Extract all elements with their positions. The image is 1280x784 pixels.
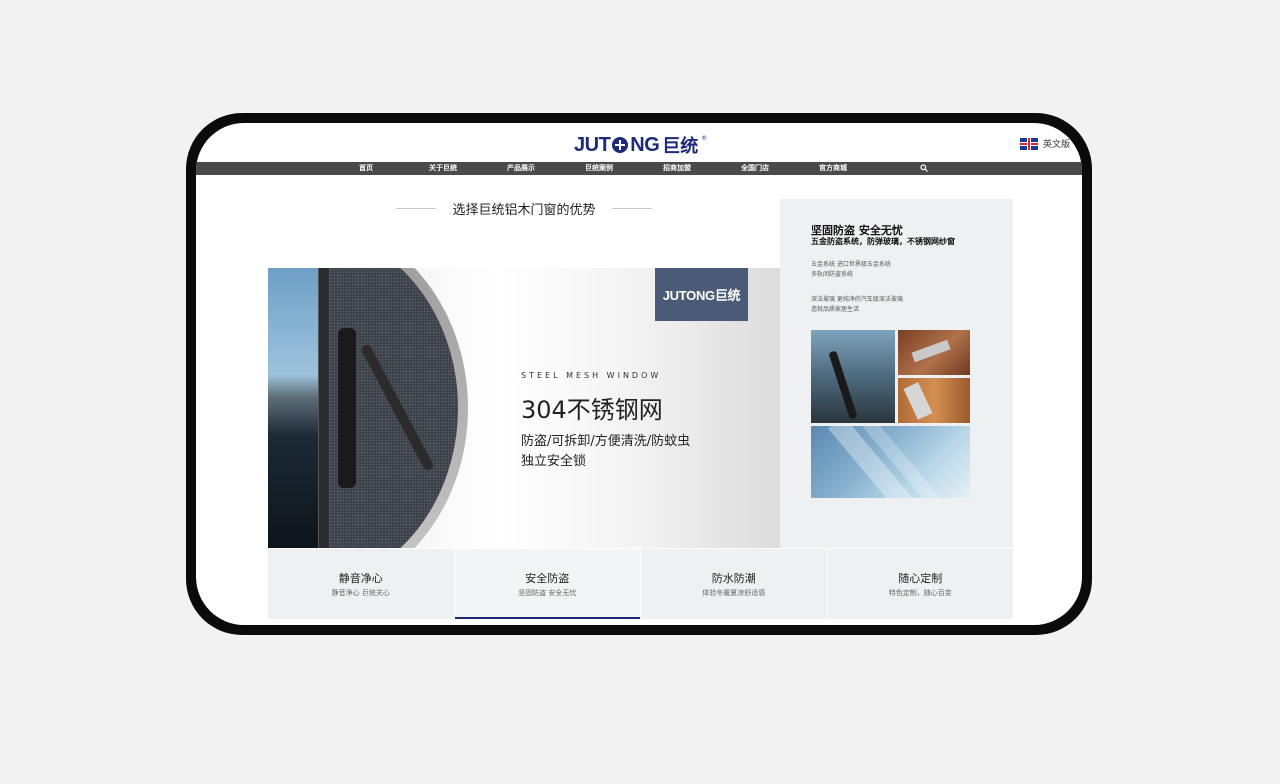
language-switch[interactable]: 英文版 — [1020, 137, 1070, 150]
banner-feature-line-2: 独立安全锁 — [521, 454, 587, 469]
banner-subtitle: STEEL MESH WINDOW — [521, 371, 662, 380]
title-rule-right — [611, 208, 652, 209]
tab-waterproof[interactable]: 防水防潮 体验冬暖夏凉舒适感 — [641, 549, 828, 619]
banner-logo: JUTONG巨统 — [655, 268, 748, 321]
nav-item-franchise[interactable]: 招商加盟 — [663, 162, 691, 175]
tab-desc: 坚固防盗 安全无忧 — [518, 589, 577, 597]
tab-title: 静音净心 — [338, 572, 383, 585]
panel-note-1-line-1: 五金系统 进口世界级五金系统 — [811, 261, 891, 268]
tab-title: 随心定制 — [898, 572, 943, 585]
site-logo[interactable]: JUT NG 巨统 ® — [574, 134, 708, 158]
mesh-window-thumbnail — [811, 330, 895, 423]
section-title-text: 选择巨统铝木门窗的优势 — [452, 203, 596, 218]
nav-item-stores[interactable]: 全国门店 — [741, 162, 769, 175]
glass-thumbnail — [811, 426, 970, 498]
nav-item-about[interactable]: 关于巨统 — [429, 162, 457, 175]
panel-note-1-line-2: 多轨闭防盗系统 — [811, 271, 854, 278]
tab-custom[interactable]: 随心定制 特色定制，随心百变 — [827, 549, 1013, 619]
section-title: 选择巨统铝木门窗的优势 — [388, 199, 660, 218]
language-label: 英文版 — [1043, 140, 1071, 150]
banner-title: 304不锈钢网 — [521, 396, 663, 424]
panel-subtitle: 五金防盗系统，防弹玻璃，不锈钢网纱窗 — [811, 237, 955, 246]
screen: JUT NG 巨统 ® 英文版 首页 关于巨统 产品展示 巨统案例 招商加盟 全国… — [196, 123, 1082, 625]
search-icon[interactable] — [920, 164, 928, 172]
logo-o-mark — [612, 137, 629, 153]
feature-panel: 坚固防盗 安全无忧 五金防盗系统，防弹玻璃，不锈钢网纱窗 五金系统 进口世界级五… — [780, 199, 1013, 548]
banner-feature-line-1: 防盗/可拆卸/方便清洗/防蚊虫 — [521, 434, 691, 449]
panel-note-2-line-1: 深法玻璃 更纯净的汽车级深法玻璃 — [811, 296, 903, 303]
nav-item-cases[interactable]: 巨统案例 — [585, 162, 613, 175]
nav-item-mall[interactable]: 官方商城 — [819, 162, 847, 175]
nav-item-home[interactable]: 首页 — [359, 162, 373, 175]
product-banner[interactable]: JUTONG巨统 STEEL MESH WINDOW 304不锈钢网 防盗/可拆… — [268, 268, 780, 548]
window-frame-image — [318, 268, 330, 548]
panel-note-2-line-2: 造就品质家居生活 — [811, 306, 860, 313]
nav-item-products[interactable]: 产品展示 — [507, 162, 535, 175]
tab-desc: 体验冬暖夏凉舒适感 — [702, 589, 766, 597]
tab-desc: 静音净心 巨统关心 — [331, 589, 390, 597]
tab-quiet[interactable]: 静音净心 静音净心 巨统关心 — [268, 549, 455, 619]
main-nav: 首页 关于巨统 产品展示 巨统案例 招商加盟 全国门店 官方商城 — [196, 162, 1082, 175]
hardware-thumbnail-1 — [898, 330, 970, 375]
uk-flag-icon — [1020, 137, 1038, 150]
tab-title: 防水防潮 — [711, 572, 756, 585]
window-handle-image — [338, 328, 356, 488]
tab-security[interactable]: 安全防盗 坚固防盗 安全无忧 — [454, 549, 641, 619]
logo-registered-mark: ® — [701, 135, 708, 142]
hardware-thumbnail-2 — [898, 378, 970, 423]
logo-cn: 巨统 — [662, 136, 699, 157]
advantage-tabs: 静音净心 静音净心 巨统关心 安全防盗 坚固防盗 安全无忧 防水防潮 体验冬暖夏… — [268, 549, 1013, 619]
title-rule-left — [396, 208, 437, 209]
tab-desc: 特色定制，随心百变 — [888, 589, 952, 597]
tab-title: 安全防盗 — [525, 572, 570, 585]
